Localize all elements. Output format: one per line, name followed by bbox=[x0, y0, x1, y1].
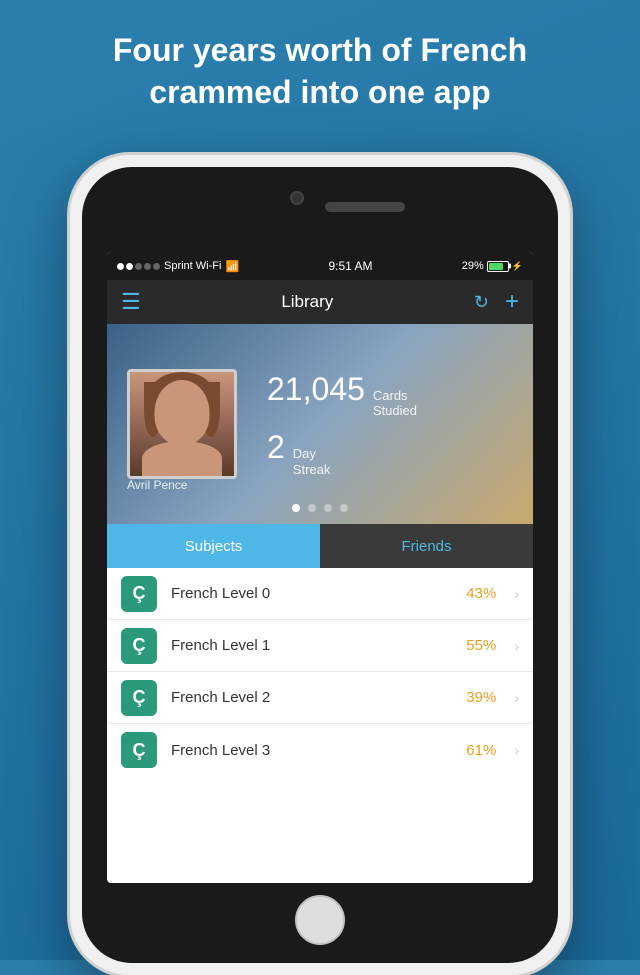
subject-icon-3: Ç bbox=[121, 732, 157, 768]
battery-fill bbox=[489, 263, 503, 270]
camera bbox=[290, 191, 304, 205]
day-streak-row: 2 DayStreak bbox=[267, 429, 417, 477]
pdot-0 bbox=[292, 504, 300, 512]
navbar-actions: ↻ + bbox=[474, 288, 519, 316]
refresh-button[interactable]: ↻ bbox=[474, 292, 489, 313]
subject-name-2: French Level 2 bbox=[171, 689, 452, 706]
navbar: ☰ Library ↻ + bbox=[107, 280, 533, 324]
subject-item-1[interactable]: Ç French Level 1 55% › bbox=[107, 620, 533, 672]
phone-frame: Sprint Wi-Fi 📶 9:51 AM 29% ⚡ ☰ Library bbox=[70, 155, 570, 975]
status-bar: Sprint Wi-Fi 📶 9:51 AM 29% ⚡ bbox=[107, 252, 533, 280]
profile-name: Avril Pence bbox=[127, 478, 187, 492]
day-streak-label: DayStreak bbox=[293, 446, 331, 477]
subject-icon-1: Ç bbox=[121, 628, 157, 664]
earpiece bbox=[325, 202, 405, 212]
phone-inner: Sprint Wi-Fi 📶 9:51 AM 29% ⚡ ☰ Library bbox=[82, 167, 558, 963]
profile-photo bbox=[127, 369, 237, 479]
home-button[interactable] bbox=[295, 895, 345, 945]
chevron-icon-1: › bbox=[514, 638, 519, 654]
tab-subjects-label: Subjects bbox=[185, 538, 243, 555]
pagination-dots bbox=[292, 504, 348, 512]
subject-icon-2: Ç bbox=[121, 680, 157, 716]
subject-name-3: French Level 3 bbox=[171, 742, 452, 759]
pdot-1 bbox=[308, 504, 316, 512]
subject-percent-1: 55% bbox=[466, 637, 496, 654]
signal-dot-4 bbox=[144, 263, 151, 270]
status-left: Sprint Wi-Fi 📶 bbox=[117, 260, 239, 273]
headline: Four years worth of French crammed into … bbox=[0, 30, 640, 113]
tab-friends[interactable]: Friends bbox=[320, 524, 533, 568]
signal-dot-2 bbox=[126, 263, 133, 270]
shoulder bbox=[142, 441, 222, 476]
subject-icon-0: Ç bbox=[121, 576, 157, 612]
add-button[interactable]: + bbox=[505, 288, 519, 316]
headline-text: Four years worth of French crammed into … bbox=[113, 32, 527, 110]
cards-studied-label: CardsStudied bbox=[373, 388, 417, 419]
battery-tip bbox=[509, 264, 511, 269]
tab-subjects[interactable]: Subjects bbox=[107, 524, 320, 568]
subject-percent-0: 43% bbox=[466, 585, 496, 602]
battery-icon bbox=[487, 261, 509, 272]
carrier-name: Sprint Wi-Fi bbox=[164, 260, 221, 272]
subject-item-2[interactable]: Ç French Level 2 39% › bbox=[107, 672, 533, 724]
face bbox=[155, 380, 210, 445]
signal-dot-5 bbox=[153, 263, 160, 270]
tab-friends-label: Friends bbox=[401, 538, 451, 555]
pdot-3 bbox=[340, 504, 348, 512]
wifi-icon: 📶 bbox=[225, 260, 239, 273]
cards-studied-row: 21,045 CardsStudied bbox=[267, 371, 417, 419]
subject-name-0: French Level 0 bbox=[171, 585, 452, 602]
chevron-icon-0: › bbox=[514, 586, 519, 602]
subject-name-1: French Level 1 bbox=[171, 637, 452, 654]
subject-percent-3: 61% bbox=[466, 742, 496, 759]
subject-percent-2: 39% bbox=[466, 689, 496, 706]
day-streak-number: 2 bbox=[267, 429, 285, 466]
signal-dots bbox=[117, 263, 160, 270]
tabs: Subjects Friends bbox=[107, 524, 533, 568]
signal-dot-1 bbox=[117, 263, 124, 270]
navbar-title: Library bbox=[281, 292, 333, 312]
subject-list: Ç French Level 0 43% › Ç French Level 1 … bbox=[107, 568, 533, 776]
signal-dot-3 bbox=[135, 263, 142, 270]
pdot-2 bbox=[324, 504, 332, 512]
battery-percent: 29% bbox=[462, 260, 484, 272]
status-right: 29% ⚡ bbox=[462, 260, 523, 272]
menu-button[interactable]: ☰ bbox=[121, 289, 141, 315]
status-time: 9:51 AM bbox=[328, 259, 372, 273]
screen: Sprint Wi-Fi 📶 9:51 AM 29% ⚡ ☰ Library bbox=[107, 252, 533, 883]
subject-item-3[interactable]: Ç French Level 3 61% › bbox=[107, 724, 533, 776]
profile-banner: 21,045 CardsStudied 2 DayStreak Avril Pe… bbox=[107, 324, 533, 524]
profile-photo-inner bbox=[130, 372, 234, 476]
chevron-icon-3: › bbox=[514, 742, 519, 758]
lightning-icon: ⚡ bbox=[512, 261, 523, 272]
stats-area: 21,045 CardsStudied 2 DayStreak bbox=[267, 371, 417, 477]
chevron-icon-2: › bbox=[514, 690, 519, 706]
cards-studied-number: 21,045 bbox=[267, 371, 365, 408]
subject-item-0[interactable]: Ç French Level 0 43% › bbox=[107, 568, 533, 620]
